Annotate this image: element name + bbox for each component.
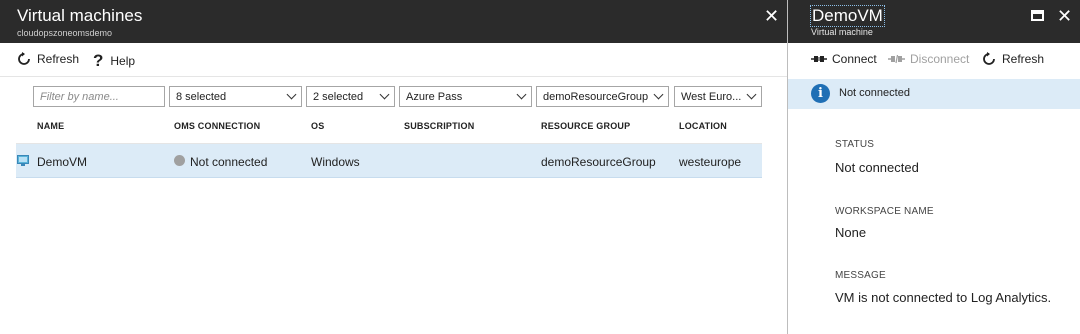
row-location: westeurope (679, 155, 742, 169)
workspace-name-label: WORKSPACE NAME (835, 206, 934, 217)
row-oms-connection: Not connected (190, 155, 268, 169)
blade-title: DemoVM (810, 5, 885, 27)
demovm-blade: DemoVM Virtual machine ✕ Connect Disconn… (787, 0, 1080, 334)
location-filter[interactable]: West Euro... (674, 86, 762, 107)
oms-connection-filter[interactable]: 8 selected (169, 86, 302, 107)
subscription-filter[interactable]: Azure Pass (399, 86, 532, 107)
message-label: MESSAGE (835, 270, 886, 281)
resource-group-filter-value: demoResourceGroup (543, 90, 649, 103)
refresh-button[interactable]: Refresh (17, 52, 79, 66)
maximize-icon[interactable] (1031, 10, 1044, 21)
help-label: Help (110, 53, 136, 68)
message-value: VM is not connected to Log Analytics. (835, 290, 1052, 305)
blade-header: Virtual machines cloudopszoneomsdemo ✕ (0, 0, 787, 43)
refresh-icon (983, 52, 995, 65)
virtual-machines-blade: Virtual machines cloudopszoneomsdemo ✕ R… (0, 0, 787, 334)
chevron-down-icon (746, 89, 757, 100)
column-header-location[interactable]: LOCATION (679, 121, 727, 131)
info-banner: i Not connected (788, 79, 1080, 109)
connect-label: Connect (832, 52, 877, 66)
location-filter-value: West Euro... (681, 90, 742, 103)
refresh-label: Refresh (37, 52, 80, 66)
column-header-os[interactable]: OS (311, 121, 324, 131)
blade-header: DemoVM Virtual machine ✕ (788, 0, 1080, 43)
filter-by-name-input[interactable]: Filter by name... (33, 86, 165, 107)
row-os: Windows (311, 155, 360, 169)
status-value: Not connected (835, 160, 919, 175)
status-label: STATUS (835, 139, 875, 150)
disconnect-button: Disconnect (888, 52, 969, 66)
subscription-filter-value: Azure Pass (406, 90, 463, 103)
connect-icon (811, 56, 827, 62)
refresh-icon (18, 52, 30, 65)
filter-placeholder: Filter by name... (40, 90, 119, 103)
refresh-button[interactable]: Refresh (982, 52, 1044, 66)
chevron-down-icon (653, 89, 664, 100)
row-resource-group: demoResourceGroup (541, 155, 656, 169)
column-header-resource-group[interactable]: RESOURCE GROUP (541, 121, 630, 131)
disconnect-icon (888, 54, 905, 64)
workspace-name-value: None (835, 225, 867, 240)
status-dot-icon (174, 155, 185, 166)
chevron-down-icon (516, 89, 527, 100)
help-icon: ? (93, 51, 104, 70)
chevron-down-icon (286, 89, 297, 100)
chevron-down-icon (379, 89, 390, 100)
info-message: Not connected (839, 87, 910, 99)
disconnect-label: Disconnect (910, 52, 970, 66)
blade-subtitle: Virtual machine (811, 27, 873, 37)
close-icon[interactable]: ✕ (764, 7, 779, 25)
column-header-oms-connection[interactable]: OMS CONNECTION (174, 121, 260, 131)
os-filter-value: 2 selected (313, 90, 364, 103)
column-header-subscription[interactable]: SUBSCRIPTION (404, 121, 474, 131)
close-icon[interactable]: ✕ (1057, 7, 1072, 25)
blade-title: Virtual machines (17, 6, 143, 25)
connect-button[interactable]: Connect (811, 52, 877, 66)
resource-group-filter[interactable]: demoResourceGroup (536, 86, 669, 107)
row-name[interactable]: DemoVM (37, 155, 87, 169)
info-icon: i (811, 84, 830, 103)
refresh-label: Refresh (1002, 52, 1045, 66)
column-header-name[interactable]: NAME (37, 121, 64, 131)
help-button[interactable]: ? Help (93, 52, 135, 69)
azure-portal: Virtual machines cloudopszoneomsdemo ✕ R… (0, 0, 1080, 334)
oms-connection-filter-value: 8 selected (176, 90, 227, 103)
vm-icon (17, 155, 29, 166)
command-bar: Refresh ? Help (0, 43, 787, 77)
blade-subtitle: cloudopszoneomsdemo (17, 28, 113, 38)
os-filter[interactable]: 2 selected (306, 86, 395, 107)
